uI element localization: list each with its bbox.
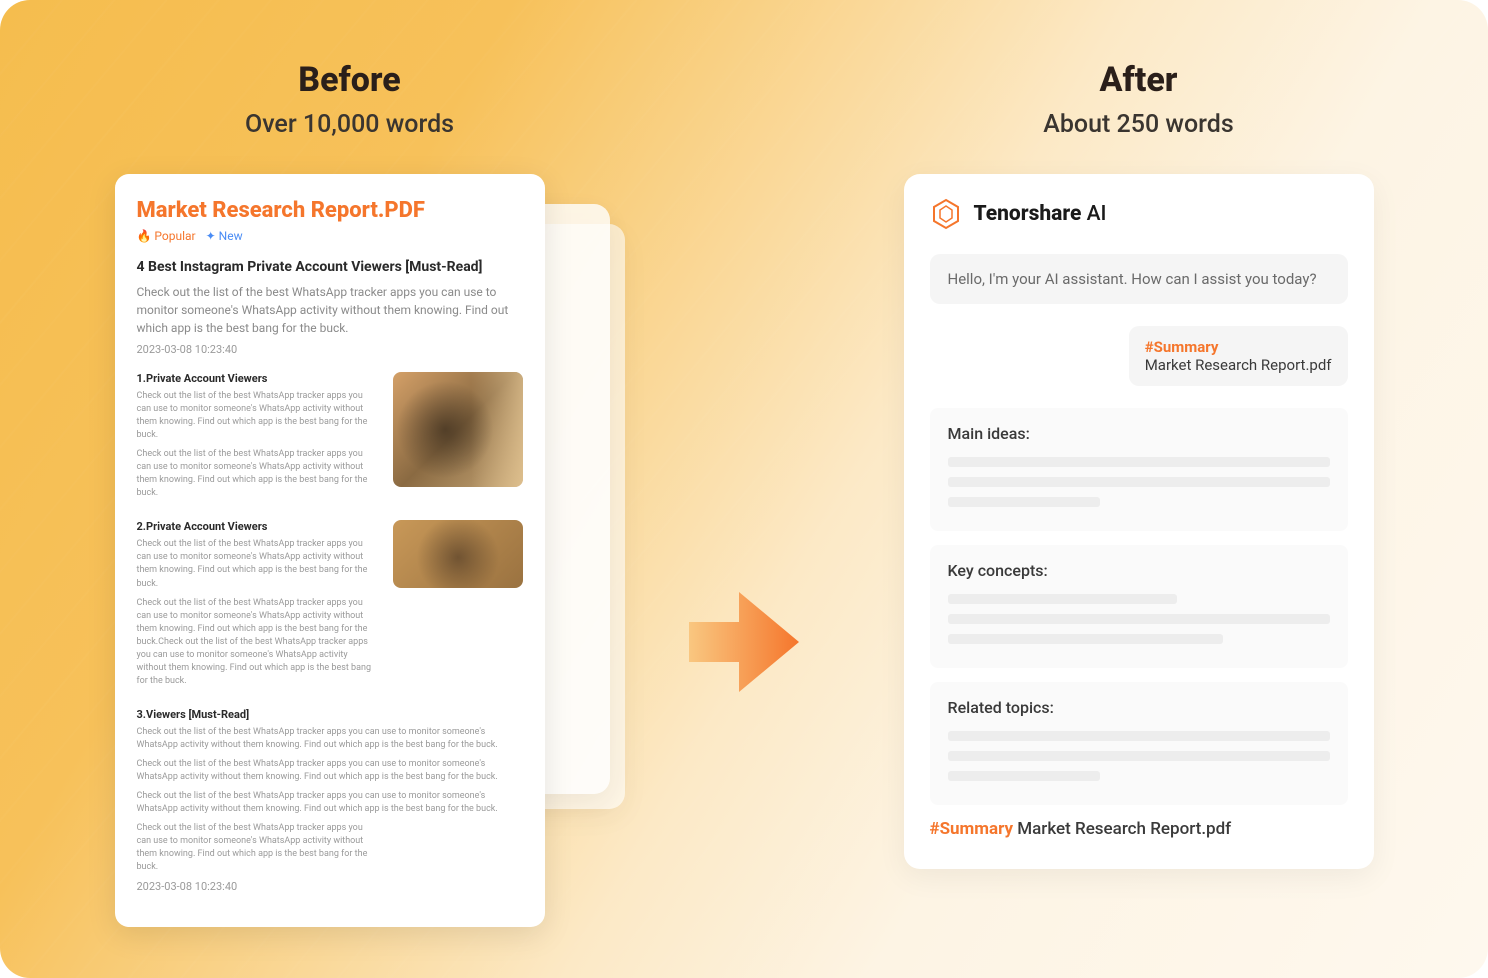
placeholder-bar	[948, 457, 1330, 467]
section-2-image	[393, 520, 523, 588]
summary-file: Market Research Report.pdf	[1145, 356, 1332, 374]
before-column: Before Over 10,000 words Market Research…	[70, 60, 629, 927]
after-title: After	[1100, 60, 1178, 100]
document-stack: Market Research Report.PDF 🔥 Popular ✦ N…	[115, 174, 585, 927]
command-line[interactable]: #Summary Market Research Report.pdf	[930, 819, 1348, 839]
document-tags: 🔥 Popular ✦ New	[137, 229, 523, 243]
placeholder-bar	[948, 497, 1101, 507]
section-2-p2: Check out the list of the best WhatsApp …	[137, 597, 379, 688]
main-ideas-block: Main ideas:	[930, 408, 1348, 531]
timestamp-1: 2023-03-08 10:23:40	[137, 343, 523, 356]
brand-logo-icon	[930, 198, 962, 230]
brand-name: Tenorshare AI	[974, 202, 1107, 226]
command-hash: #Summary	[930, 819, 1014, 839]
after-column: After About 250 words Tenorshare AI Hell…	[859, 60, 1418, 869]
section-1-p1: Check out the list of the best WhatsApp …	[137, 390, 379, 442]
before-subtitle: Over 10,000 words	[245, 110, 454, 139]
section-3-p4: Check out the list of the best WhatsApp …	[137, 822, 369, 874]
brand-text: Tenorshare	[974, 202, 1082, 226]
placeholder-bar	[948, 634, 1223, 644]
brand-suffix: AI	[1081, 202, 1106, 226]
summary-hash: #Summary	[1145, 338, 1332, 356]
article-heading: 4 Best Instagram Private Account Viewers…	[137, 259, 523, 275]
related-topics-title: Related topics:	[948, 698, 1330, 717]
summary-chip: #Summary Market Research Report.pdf	[1129, 326, 1348, 386]
new-label: New	[219, 229, 243, 243]
placeholder-bar	[948, 614, 1330, 624]
section-3-title: 3.Viewers [Must-Read]	[137, 708, 523, 721]
key-concepts-block: Key concepts:	[930, 545, 1348, 668]
section-2-p1: Check out the list of the best WhatsApp …	[137, 538, 379, 590]
key-concepts-title: Key concepts:	[948, 561, 1330, 580]
article-lead: Check out the list of the best WhatsApp …	[137, 283, 523, 337]
section-2: 2.Private Account Viewers Check out the …	[137, 520, 523, 694]
arrow-icon	[689, 582, 799, 706]
timestamp-2: 2023-03-08 10:23:40	[137, 880, 523, 893]
section-3: 3.Viewers [Must-Read] Check out the list…	[137, 708, 523, 893]
placeholder-bar	[948, 751, 1330, 761]
section-3-p1: Check out the list of the best WhatsApp …	[137, 726, 523, 752]
related-topics-block: Related topics:	[930, 682, 1348, 805]
placeholder-bar	[948, 771, 1101, 781]
command-file: Market Research Report.pdf	[1013, 819, 1231, 839]
popular-tag: 🔥 Popular	[137, 229, 196, 243]
placeholder-bar	[948, 731, 1330, 741]
section-1-image	[393, 372, 523, 487]
greeting-message: Hello, I'm your AI assistant. How can I …	[930, 254, 1348, 304]
section-1-title: 1.Private Account Viewers	[137, 372, 379, 385]
before-title: Before	[298, 60, 400, 100]
section-3-p2: Check out the list of the best WhatsApp …	[137, 758, 523, 784]
after-subtitle: About 250 words	[1043, 110, 1233, 139]
summary-chip-row: #Summary Market Research Report.pdf	[930, 326, 1348, 386]
section-2-title: 2.Private Account Viewers	[137, 520, 379, 533]
main-ideas-title: Main ideas:	[948, 424, 1330, 443]
ai-panel: Tenorshare AI Hello, I'm your AI assista…	[904, 174, 1374, 869]
section-3-p3: Check out the list of the best WhatsApp …	[137, 790, 523, 816]
new-tag: ✦ New	[206, 229, 243, 243]
placeholder-bar	[948, 477, 1330, 487]
document-card: Market Research Report.PDF 🔥 Popular ✦ N…	[115, 174, 545, 927]
section-1-p2: Check out the list of the best WhatsApp …	[137, 448, 379, 500]
placeholder-bar	[948, 594, 1177, 604]
document-title: Market Research Report.PDF	[137, 198, 523, 223]
section-1: 1.Private Account Viewers Check out the …	[137, 372, 523, 506]
brand-row: Tenorshare AI	[930, 198, 1348, 230]
popular-label: Popular	[154, 229, 195, 243]
